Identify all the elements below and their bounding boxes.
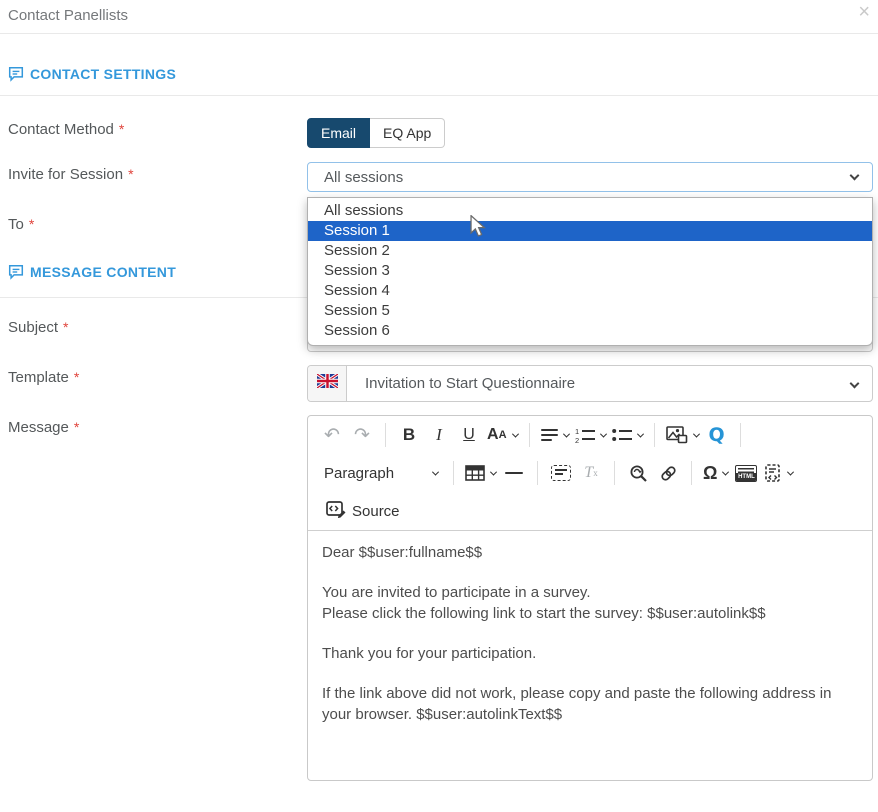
speech-bubble-icon <box>8 66 24 82</box>
special-characters-icon[interactable]: Ω <box>703 459 728 487</box>
uk-flag-icon <box>317 374 338 393</box>
chevron-down-icon <box>850 379 860 389</box>
text-alignment-icon[interactable] <box>541 421 569 449</box>
numbered-list-icon[interactable]: 12 <box>575 421 606 449</box>
remove-format-icon[interactable]: Tx <box>579 459 603 487</box>
required-asterisk: * <box>128 166 133 182</box>
template-snippet-icon[interactable] <box>764 459 793 487</box>
message-body-editable[interactable]: Dear $$user:fullname$$ You are invited t… <box>308 530 872 780</box>
message-paragraph: Thank you for your participation. <box>322 643 858 664</box>
dropdown-option-session-5[interactable]: Session 5 <box>308 301 872 321</box>
template-value: Invitation to Start Questionnaire <box>365 375 575 392</box>
contact-method-toggle: Email EQ App <box>307 118 445 148</box>
section-title: CONTACT SETTINGS <box>30 66 176 82</box>
contact-method-label: Contact Method* <box>8 121 124 138</box>
eq-app-toggle-button[interactable]: EQ App <box>370 118 445 148</box>
close-icon[interactable]: × <box>858 2 870 22</box>
toolbar-separator <box>529 423 530 447</box>
dropdown-option-session-2[interactable]: Session 2 <box>308 241 872 261</box>
speech-bubble-icon <box>8 264 24 280</box>
dialog-title: Contact Panellists <box>8 7 128 24</box>
language-flag-button[interactable] <box>308 366 347 401</box>
undo-icon[interactable]: ↶ <box>320 421 344 449</box>
svg-text:2: 2 <box>575 436 579 443</box>
required-asterisk: * <box>29 216 34 232</box>
template-label: Template* <box>8 369 79 386</box>
html-embed-icon[interactable]: HTML <box>734 459 758 487</box>
required-asterisk: * <box>119 121 124 137</box>
message-label: Message* <box>8 419 79 436</box>
chevron-down-icon <box>850 171 860 181</box>
editor-toolbar-row-3: Source <box>308 492 872 530</box>
toolbar-separator <box>385 423 386 447</box>
toolbar-separator <box>691 461 692 485</box>
source-button[interactable]: Source <box>320 497 406 525</box>
section-contact-settings: CONTACT SETTINGS <box>8 66 176 82</box>
editor-toolbar-row-2: Paragraph Tx Ω <box>308 454 872 492</box>
toolbar-separator <box>614 461 615 485</box>
required-asterisk: * <box>63 319 68 335</box>
toolbar-separator <box>740 423 741 447</box>
source-code-icon <box>326 500 346 522</box>
invite-for-session-label: Invite for Session* <box>8 166 134 183</box>
dropdown-option-session-3[interactable]: Session 3 <box>308 261 872 281</box>
insert-table-icon[interactable] <box>465 459 496 487</box>
dropdown-option-session-1[interactable]: Session 1 <box>308 221 872 241</box>
bold-icon[interactable]: B <box>397 421 421 449</box>
paragraph-style-dropdown[interactable]: Paragraph <box>320 459 442 487</box>
dropdown-option-all-sessions[interactable]: All sessions <box>308 201 872 221</box>
contact-panellists-dialog: Contact Panellists × CONTACT SETTINGS Co… <box>0 0 878 812</box>
message-paragraph: Dear $$user:fullname$$ <box>322 542 858 563</box>
invite-for-session-select[interactable]: All sessions <box>307 162 873 192</box>
header-divider <box>0 33 878 34</box>
underline-icon[interactable]: U <box>457 421 481 449</box>
svg-text:1: 1 <box>575 427 579 436</box>
session-dropdown-list: All sessions Session 1 Session 2 Session… <box>307 197 873 346</box>
redo-icon[interactable]: ↷ <box>350 421 374 449</box>
editor-toolbar-row-1: ↶ ↷ B I U AA 12 <box>308 416 872 454</box>
insert-image-icon[interactable] <box>666 421 699 449</box>
font-size-icon[interactable]: AA <box>487 421 518 449</box>
template-select-group: Invitation to Start Questionnaire <box>307 365 873 402</box>
italic-icon[interactable]: I <box>427 421 451 449</box>
template-select[interactable]: Invitation to Start Questionnaire <box>347 366 872 401</box>
toolbar-separator <box>654 423 655 447</box>
dropdown-option-session-4[interactable]: Session 4 <box>308 281 872 301</box>
rich-text-editor: ↶ ↷ B I U AA 12 <box>307 415 873 781</box>
to-label: To* <box>8 216 34 233</box>
insert-block-icon[interactable] <box>549 459 573 487</box>
horizontal-line-icon[interactable] <box>502 459 526 487</box>
section-title: MESSAGE CONTENT <box>30 264 176 280</box>
bulleted-list-icon[interactable] <box>612 421 643 449</box>
section-divider <box>0 95 878 96</box>
eq-plugin-icon[interactable]: Q <box>705 421 729 449</box>
find-replace-icon[interactable] <box>626 459 650 487</box>
dropdown-option-session-6[interactable]: Session 6 <box>308 321 872 341</box>
section-message-content: MESSAGE CONTENT <box>8 264 176 280</box>
subject-label: Subject* <box>8 319 69 336</box>
required-asterisk: * <box>74 419 79 435</box>
message-paragraph: You are invited to participate in a surv… <box>322 582 858 624</box>
message-paragraph: If the link above did not work, please c… <box>322 683 858 725</box>
link-icon[interactable] <box>656 459 680 487</box>
toolbar-separator <box>453 461 454 485</box>
toolbar-separator <box>537 461 538 485</box>
selected-session-value: All sessions <box>324 169 403 186</box>
required-asterisk: * <box>74 369 79 385</box>
email-toggle-button[interactable]: Email <box>307 118 370 148</box>
